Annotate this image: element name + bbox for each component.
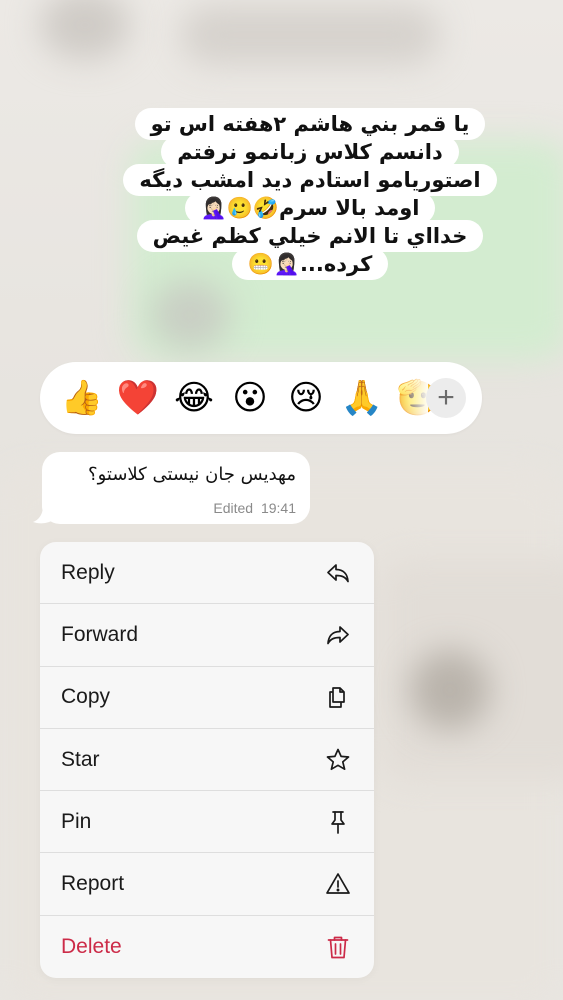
warning-icon: [324, 870, 352, 898]
reaction-folded-hands[interactable]: 🙏: [334, 370, 390, 426]
reaction-red-heart[interactable]: ❤️: [110, 370, 166, 426]
menu-item-report[interactable]: Report: [40, 853, 374, 916]
menu-item-copy[interactable]: Copy: [40, 667, 374, 729]
reaction-surprised-face[interactable]: 😮: [222, 370, 278, 426]
reaction-crying-face[interactable]: 😢: [278, 370, 334, 426]
menu-item-label: Forward: [61, 622, 139, 646]
reaction-bar: 👍 ❤️ 😂 😮 😢 🙏 🫡 +: [40, 362, 482, 434]
menu-item-reply[interactable]: Reply: [40, 542, 374, 605]
menu-item-pin[interactable]: Pin: [40, 791, 374, 854]
message-text: مهدیس جان نیستی کلاستو؟: [88, 464, 296, 485]
message-bubble[interactable]: مهدیس جان نیستی کلاستو؟ Edited 19:41: [42, 452, 310, 524]
forward-icon: [324, 621, 352, 649]
menu-item-label: Delete: [61, 934, 122, 958]
reply-icon: [324, 559, 352, 587]
menu-item-label: Reply: [61, 560, 115, 584]
reaction-thumbs-up[interactable]: 👍: [54, 370, 110, 426]
copy-icon: [324, 683, 352, 711]
pin-icon: [324, 808, 352, 836]
message-meta: Edited 19:41: [209, 500, 296, 516]
reaction-fade: [394, 362, 428, 434]
menu-item-delete[interactable]: Delete: [40, 916, 374, 978]
menu-item-forward[interactable]: Forward: [40, 604, 374, 667]
menu-item-label: Star: [61, 747, 100, 771]
menu-item-star[interactable]: Star: [40, 729, 374, 792]
story-caption: يا قمر بني هاشم ۲هفته اس تو دانسم کلاس ز…: [100, 108, 520, 280]
caption-line: کرده...🤦🏻‍♀️😬: [231, 248, 389, 280]
menu-item-label: Copy: [61, 685, 111, 709]
message-context-menu: Reply Forward Copy Star Pin Report Delet…: [40, 542, 374, 978]
star-icon: [324, 746, 352, 774]
message-time: 19:41: [260, 500, 296, 516]
edited-label: Edited: [213, 500, 254, 516]
reaction-tears-of-joy[interactable]: 😂: [166, 370, 222, 426]
menu-item-label: Report: [61, 872, 125, 896]
trash-icon: [324, 933, 352, 961]
menu-item-label: Pin: [61, 809, 92, 833]
more-reactions-button[interactable]: +: [426, 378, 466, 418]
